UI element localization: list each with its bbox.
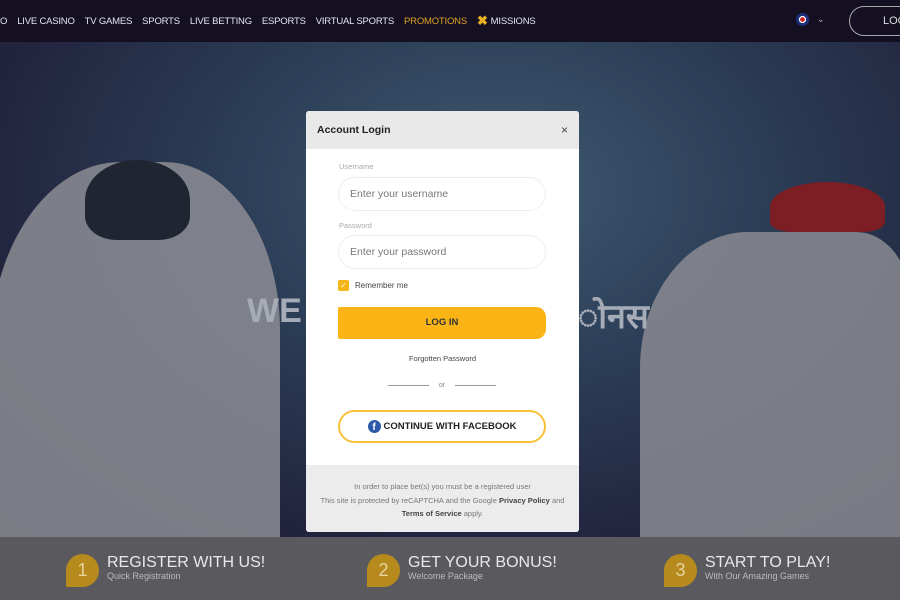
step-title: GET YOUR BONUS! bbox=[408, 554, 557, 571]
top-nav: O LIVE CASINO TV GAMES SPORTS LIVE BETTI… bbox=[0, 0, 900, 42]
nav-item-promotions[interactable]: PROMOTIONS bbox=[404, 16, 467, 27]
step-subtitle: With Our Amazing Games bbox=[705, 571, 810, 581]
hero-title-left: WE bbox=[247, 292, 302, 330]
facebook-login-button[interactable]: f CONTINUE WITH FACEBOOK bbox=[338, 410, 546, 443]
apply-text: apply. bbox=[463, 509, 484, 518]
remember-me-label[interactable]: Remember me bbox=[355, 281, 408, 290]
terms-link[interactable]: Terms of Service bbox=[402, 509, 462, 518]
modal-footer: In order to place bet(s) you must be a r… bbox=[306, 465, 579, 532]
password-input[interactable] bbox=[338, 235, 546, 269]
step-number: 3 bbox=[664, 554, 697, 587]
step-bonus[interactable]: 2 GET YOUR BONUS! Welcome Package bbox=[367, 554, 557, 587]
or-text: or bbox=[438, 382, 446, 389]
hero-title-right: ोनस bbox=[578, 298, 649, 336]
nav-item-tv-games[interactable]: TV GAMES bbox=[85, 16, 133, 27]
nav-item-live-betting[interactable]: LIVE BETTING bbox=[190, 16, 252, 27]
recaptcha-text: This site is protected by reCAPTCHA and … bbox=[320, 495, 497, 505]
nav-item-casino[interactable]: O bbox=[0, 16, 7, 27]
step-subtitle: Welcome Package bbox=[408, 571, 483, 581]
username-label: Username bbox=[339, 162, 374, 171]
step-number: 1 bbox=[66, 554, 99, 587]
chevron-down-icon: ⌄ bbox=[817, 14, 825, 24]
missions-icon: ✖ bbox=[476, 13, 488, 28]
forgot-password-link[interactable]: Forgotten Password bbox=[306, 354, 579, 363]
steps-bar: 1 REGISTER WITH US! Quick Registration 2 GE… bbox=[0, 537, 900, 600]
login-button[interactable]: LOG IN bbox=[338, 307, 546, 339]
facebook-icon: f bbox=[367, 420, 381, 433]
close-icon[interactable]: × bbox=[561, 123, 568, 137]
step-subtitle: Quick Registration bbox=[107, 571, 181, 581]
uk-flag-icon bbox=[796, 13, 809, 26]
missions-label: MISSIONS bbox=[490, 15, 536, 27]
nav-item-esports[interactable]: ESPORTS bbox=[262, 16, 306, 27]
batsman-helmet bbox=[85, 160, 190, 240]
modal-title: Account Login bbox=[317, 124, 391, 136]
step-title: START TO PLAY! bbox=[705, 554, 831, 571]
remember-me-checkbox[interactable]: ✓ bbox=[338, 280, 349, 291]
password-label: Password bbox=[339, 221, 372, 230]
login-modal: Account Login × Username Password ✓ Reme… bbox=[306, 111, 579, 532]
language-selector[interactable]: ⌄ bbox=[796, 13, 825, 26]
modal-header: Account Login × bbox=[306, 111, 579, 149]
and-text: and bbox=[551, 495, 565, 505]
step-play[interactable]: 3 START TO PLAY! With Our Amazing Games bbox=[664, 554, 830, 587]
privacy-policy-link[interactable]: Privacy Policy bbox=[499, 496, 550, 505]
login-button-header[interactable]: LOG bbox=[849, 6, 900, 36]
nav-item-missions[interactable]: ✖ MISSIONS bbox=[477, 13, 536, 29]
step-title: REGISTER WITH US! bbox=[107, 554, 266, 571]
username-input[interactable] bbox=[338, 177, 546, 211]
step-register[interactable]: 1 REGISTER WITH US! Quick Registration bbox=[66, 554, 265, 587]
bowler-image bbox=[640, 232, 900, 572]
or-divider: or bbox=[388, 382, 497, 389]
nav-item-live-casino[interactable]: LIVE CASINO bbox=[17, 16, 75, 27]
nav-item-sports[interactable]: SPORTS bbox=[142, 16, 180, 27]
step-number: 2 bbox=[367, 554, 400, 587]
bowler-cap bbox=[770, 182, 885, 232]
nav-item-virtual-sports[interactable]: VIRTUAL SPORTS bbox=[316, 16, 395, 27]
facebook-button-label: CONTINUE WITH FACEBOOK bbox=[383, 421, 517, 432]
registered-notice: In order to place bet(s) you must be a r… bbox=[354, 482, 531, 491]
